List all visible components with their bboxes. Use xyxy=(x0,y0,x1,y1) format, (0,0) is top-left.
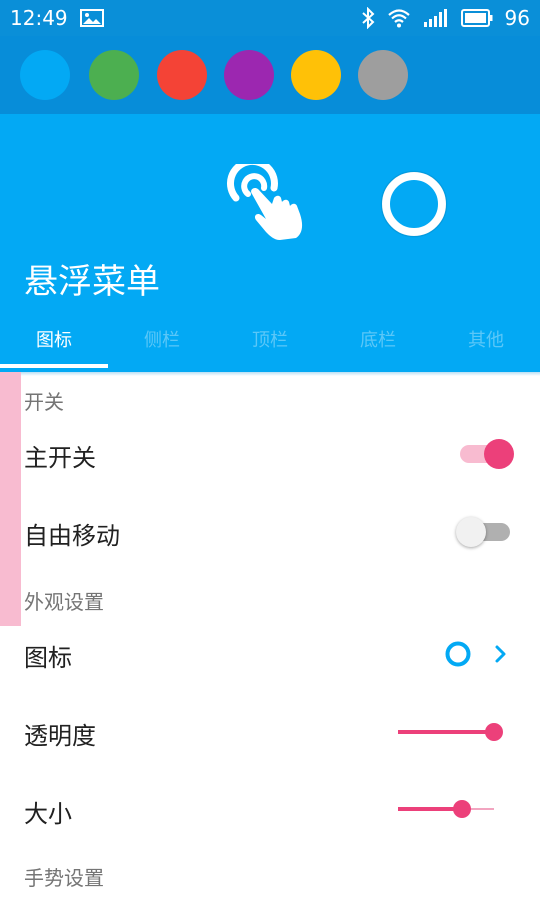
page-title: 悬浮菜单 xyxy=(24,262,160,302)
free-move-label: 自由移动 xyxy=(24,522,120,550)
status-bar: 12:49 96 xyxy=(0,0,540,36)
master-switch-toggle[interactable] xyxy=(458,439,514,469)
size-slider[interactable] xyxy=(398,799,504,819)
tab-sidebar[interactable]: 侧栏 xyxy=(108,318,216,370)
tab-indicator xyxy=(0,364,108,368)
status-time: 12:49 xyxy=(10,6,68,30)
size-slider-knob[interactable] xyxy=(453,800,471,818)
battery-icon xyxy=(460,9,493,27)
color-swatch-blue[interactable] xyxy=(20,50,70,100)
tab-icon[interactable]: 图标 xyxy=(0,318,108,370)
tab-other[interactable]: 其他 xyxy=(432,318,540,370)
section-switches: 开关 xyxy=(24,390,64,414)
tab-bar: 图标 侧栏 顶栏 底栏 其他 xyxy=(0,318,540,370)
image-notification-icon xyxy=(79,9,104,27)
icon-preview-ring-icon[interactable] xyxy=(444,640,472,668)
master-switch-thumb xyxy=(484,439,514,469)
section-gestures: 手势设置 xyxy=(24,866,104,890)
opacity-slider-knob[interactable] xyxy=(485,723,503,741)
header: 悬浮菜单 图标 侧栏 顶栏 底栏 其他 xyxy=(0,114,540,372)
battery-level: 96 xyxy=(504,6,530,30)
color-palette xyxy=(0,36,540,114)
tab-topbar[interactable]: 顶栏 xyxy=(216,318,324,370)
touch-hand-icon xyxy=(226,164,303,240)
opacity-slider[interactable] xyxy=(398,722,504,742)
opacity-label: 透明度 xyxy=(24,722,96,750)
color-swatch-amber[interactable] xyxy=(291,50,341,100)
size-label: 大小 xyxy=(24,800,72,828)
bluetooth-icon xyxy=(361,7,374,29)
icon-setting-label: 图标 xyxy=(24,644,72,672)
floating-ring-icon xyxy=(380,170,448,238)
color-swatch-green[interactable] xyxy=(89,50,139,100)
signal-icon xyxy=(423,9,447,27)
side-edge-strip xyxy=(0,372,21,626)
tab-bottombar[interactable]: 底栏 xyxy=(324,318,432,370)
status-icons: 96 xyxy=(361,6,530,30)
free-move-thumb xyxy=(456,517,486,547)
color-swatch-purple[interactable] xyxy=(224,50,274,100)
opacity-slider-fill xyxy=(398,730,494,734)
color-swatch-red[interactable] xyxy=(157,50,207,100)
section-appearance: 外观设置 xyxy=(24,590,104,614)
master-switch-label: 主开关 xyxy=(24,444,96,472)
chevron-right-icon[interactable] xyxy=(492,642,510,666)
wifi-icon xyxy=(387,9,410,28)
header-shadow xyxy=(0,372,540,376)
free-move-toggle[interactable] xyxy=(456,517,512,547)
color-swatch-grey[interactable] xyxy=(358,50,408,100)
